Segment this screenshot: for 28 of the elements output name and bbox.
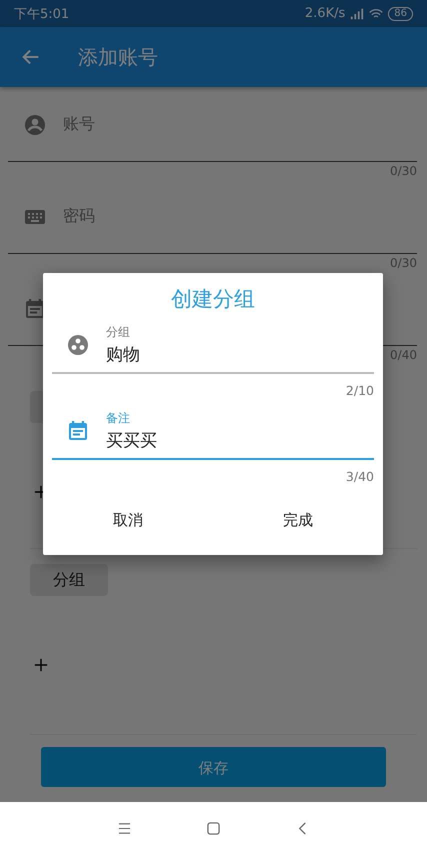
status-time: 下午5:01: [14, 6, 70, 22]
wifi-icon: [369, 8, 384, 20]
dialog-title: 创建分组: [170, 286, 256, 313]
person-icon: [23, 112, 47, 136]
field-label: 分组: [106, 324, 131, 340]
group-icon: [66, 332, 90, 356]
input-field[interactable]: 分组 购物: [52, 317, 374, 374]
character-counter: 3/40: [346, 469, 374, 484]
calendar-icon: [66, 418, 90, 442]
character-counter: 0/40: [390, 348, 417, 362]
field-placeholder: 密码: [63, 206, 95, 227]
field-value: 买买买: [106, 430, 157, 452]
network-speed: 2.6K/s: [304, 6, 346, 21]
dialog-button[interactable]: 取消: [43, 501, 213, 539]
character-counter: 2/10: [346, 383, 374, 398]
menu-icon[interactable]: [118, 822, 131, 834]
field-placeholder: 账号: [63, 114, 95, 135]
signal-icon: [350, 8, 364, 20]
field-label: 备注: [106, 410, 131, 426]
field-value: 购物: [106, 344, 140, 366]
character-counter: 0/30: [390, 256, 417, 270]
battery-level: 86: [388, 6, 413, 20]
character-counter: 0/30: [390, 164, 417, 178]
dialog-button[interactable]: 完成: [213, 501, 383, 539]
plus-icon: [34, 658, 48, 672]
page-title: 添加账号: [78, 44, 158, 70]
input-field[interactable]: 备注 买买买: [52, 403, 374, 460]
home-icon[interactable]: [207, 822, 220, 834]
